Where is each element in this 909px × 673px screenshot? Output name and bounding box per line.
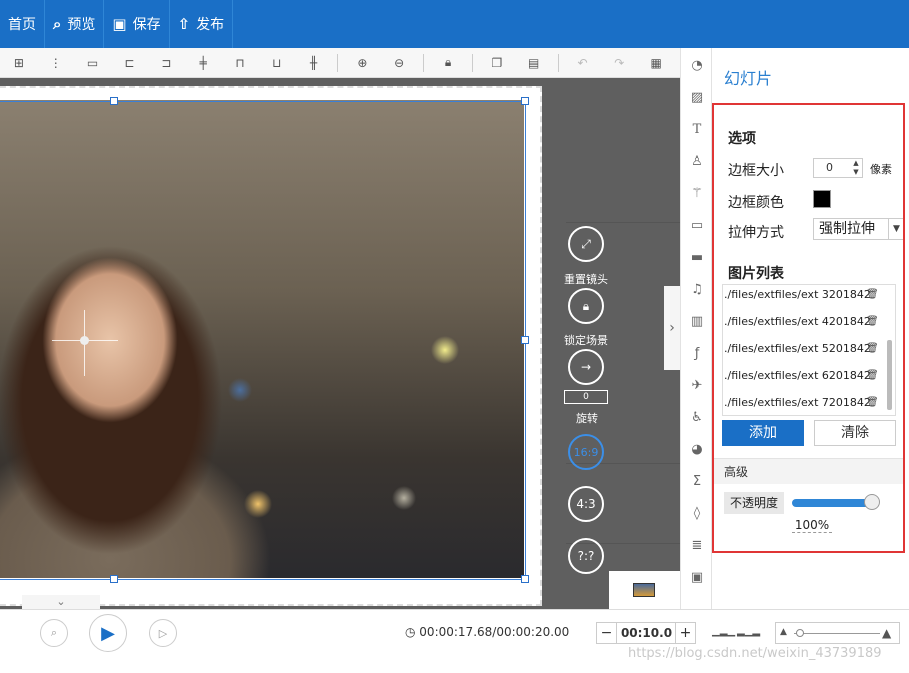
align-bottom-icon[interactable]: ⊔: [264, 52, 290, 74]
resize-handle-top-right[interactable]: [521, 97, 529, 105]
topbar-item-label-publish: 发布: [196, 17, 225, 33]
publish-button[interactable]: ⇧ 发布: [170, 0, 234, 48]
playback-bar: ⌕ ▶ ▷ ◷ 00:00:17.68/00:00:20.00 − 00:10.…: [0, 609, 909, 673]
resize-handle-bottom-right[interactable]: [521, 575, 529, 583]
zoom-in-mountain-icon: ▲: [882, 626, 892, 640]
zoom-out-mountain-icon: ▲: [780, 627, 787, 637]
ratio-16-9-button[interactable]: 16:9: [568, 434, 604, 470]
decrease-icon[interactable]: −: [597, 623, 617, 643]
camera-controls: ⤢ 重置镜头 🔒︎ 锁定场景 → 0 旋转 16:9 4:3 ?:?: [564, 78, 680, 609]
canvas-stage: ⤢ 重置镜头 🔒︎ 锁定场景 → 0 旋转 16:9 4:3 ?:? ›: [0, 78, 680, 609]
ratio-4-3-button[interactable]: 4:3: [568, 486, 604, 522]
reset-camera-button[interactable]: ⤢: [568, 226, 604, 262]
collapse-panel-icon[interactable]: ›: [664, 286, 680, 370]
preview-button[interactable]: ⌕ 预览: [45, 0, 105, 48]
folder-icon[interactable]: ▬: [688, 248, 706, 266]
increase-icon[interactable]: +: [675, 623, 695, 643]
edit-toolbar: ⊞ ⋮ ▭ ⊏ ⊐ ╪ ⊓ ⊔ ╫ ⊕ ⊖ 🔒︎ ❐ ▤ ↶ ↷ ▦: [0, 48, 680, 78]
timeline-expand-icon[interactable]: ▂▁▂: [737, 626, 760, 637]
timeline-compact-icon[interactable]: ▁▂▁: [712, 626, 735, 637]
slide-thumbnail[interactable]: [633, 583, 655, 597]
group-icon[interactable]: ⊞: [6, 52, 32, 74]
distribute-h-icon[interactable]: ▭: [80, 52, 106, 74]
next-frame-icon[interactable]: ▷: [149, 619, 177, 647]
rotate-dial[interactable]: →: [568, 349, 604, 385]
topbar-item-label-preview: 预览: [67, 17, 96, 33]
highlight-frame: [712, 103, 905, 553]
text-icon[interactable]: T: [688, 120, 706, 138]
copy-icon[interactable]: ❐: [484, 52, 510, 74]
film-icon[interactable]: ▥: [688, 312, 706, 330]
paste-icon[interactable]: ▤: [521, 52, 547, 74]
clock-icon: ◷: [405, 625, 420, 639]
resize-handle-top[interactable]: [110, 97, 118, 105]
app-root: 首页 ⌕ 预览 ▣ 保存 ⇧ 发布 ⊞ ⋮ ▭ ⊏ ⊐ ╪ ⊓ ⊔ ╫ ⊕ ⊖ …: [0, 0, 909, 673]
home-button[interactable]: 首页: [0, 0, 45, 48]
formula-icon[interactable]: ƒ: [688, 344, 706, 362]
topbar-item-label-home: 首页: [8, 17, 36, 33]
pie-chart-icon[interactable]: ◕: [688, 440, 706, 458]
toolbar-divider: [423, 53, 425, 72]
accessibility-icon[interactable]: ♿︎: [688, 408, 706, 426]
slideshow-icon[interactable]: ▣: [688, 568, 706, 586]
zoom-out-icon[interactable]: ⊖: [386, 52, 412, 74]
toolbar-divider: [557, 53, 559, 72]
shape-icon[interactable]: ◔: [688, 56, 706, 74]
save-icon: ▣: [112, 15, 127, 33]
toolbar-divider: [471, 53, 473, 72]
layers-icon[interactable]: ≣: [688, 536, 706, 554]
speech-bubble-icon[interactable]: ▭: [688, 216, 706, 234]
slide-thumbnail-area: [609, 571, 680, 609]
preview-icon: ⌕: [53, 15, 62, 33]
panel-title: 幻灯片: [724, 69, 773, 88]
rotate-label: 旋转: [576, 412, 598, 425]
align-center-h-icon[interactable]: ╪: [190, 52, 216, 74]
image-icon[interactable]: ▨: [688, 88, 706, 106]
save-button[interactable]: ▣ 保存: [104, 0, 170, 48]
undo-icon[interactable]: ↶: [570, 52, 596, 74]
zoom-track: [794, 633, 880, 634]
duration-value[interactable]: 00:10.0: [618, 623, 675, 643]
redo-icon[interactable]: ↷: [606, 52, 632, 74]
zoom-in-icon[interactable]: ⊕: [349, 52, 375, 74]
music-icon[interactable]: ♫: [688, 280, 706, 298]
publish-icon: ⇧: [177, 15, 191, 33]
resize-handle-right[interactable]: [521, 336, 529, 344]
top-bar: 首页 ⌕ 预览 ▣ 保存 ⇧ 发布: [0, 0, 909, 48]
align-top-icon[interactable]: ⊓: [227, 52, 253, 74]
magic-wand-icon[interactable]: ⚚: [688, 184, 706, 202]
focus-point[interactable]: [80, 336, 89, 345]
lock-scene-label: 锁定场景: [564, 334, 608, 347]
rotate-input[interactable]: 0: [564, 390, 608, 404]
align-center-v-icon[interactable]: ╫: [301, 52, 327, 74]
align-right-icon[interactable]: ⊐: [153, 52, 179, 74]
lock-icon[interactable]: 🔒︎: [435, 52, 461, 74]
time-display-text: 00:00:17.68/00:00:20.00: [419, 625, 570, 639]
airplane-icon[interactable]: ✈: [688, 376, 706, 394]
ratio-custom-button[interactable]: ?:?: [568, 538, 604, 574]
lock-scene-button[interactable]: 🔒︎: [568, 288, 604, 324]
duration-stepper[interactable]: − 00:10.0 +: [596, 622, 696, 644]
toolbar-divider: [337, 53, 339, 72]
divider: [566, 222, 680, 223]
play-button[interactable]: ▶: [89, 614, 127, 652]
resize-handle-bottom[interactable]: [110, 575, 118, 583]
drop-icon[interactable]: ◊: [688, 504, 706, 522]
character-icon[interactable]: ♙: [688, 152, 706, 170]
component-icon-strip: ◔ ▨ T ♙ ⚚ ▭ ▬ ♫ ▥ ƒ ✈ ♿︎ ◕ Σ ◊ ≣ ▣: [680, 48, 712, 609]
reset-camera-label: 重置镜头: [564, 273, 608, 286]
zoom-handle[interactable]: [796, 629, 804, 637]
chevron-down-icon[interactable]: ⌄: [22, 595, 100, 609]
align-left-icon[interactable]: ⊏: [116, 52, 142, 74]
timeline-zoom-slider[interactable]: ▲ ▲: [775, 622, 900, 644]
preview-frame-icon[interactable]: ⌕: [40, 619, 68, 647]
topbar-item-label-save: 保存: [132, 17, 161, 33]
ungroup-icon[interactable]: ⋮: [43, 52, 69, 74]
sigma-icon[interactable]: Σ: [688, 472, 706, 490]
watermark: https://blog.csdn.net/weixin_43739189: [628, 646, 882, 661]
clear-format-icon[interactable]: ▦: [643, 52, 669, 74]
time-display: ◷ 00:00:17.68/00:00:20.00: [405, 625, 569, 639]
